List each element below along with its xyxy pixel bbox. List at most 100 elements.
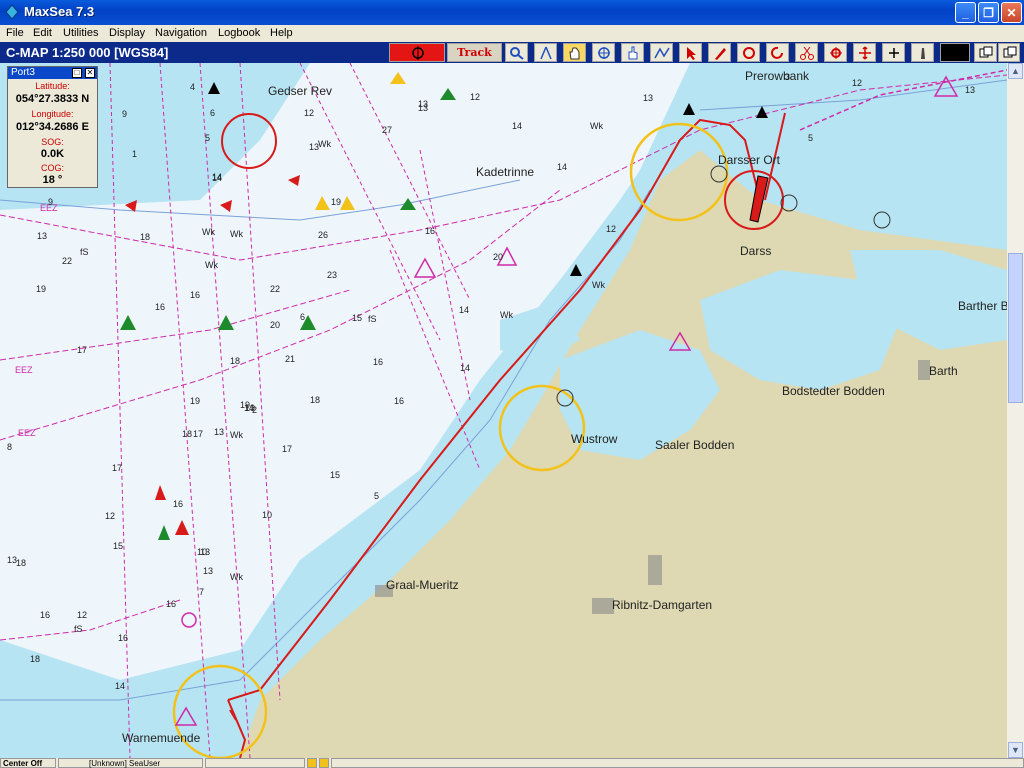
depth-sounding: 12 xyxy=(852,78,862,88)
status-indicator-1 xyxy=(307,758,317,768)
rotate-icon xyxy=(771,46,783,59)
place-darsser-ort: Darsser Ort xyxy=(718,153,781,167)
rotate-button[interactable] xyxy=(766,43,789,62)
depth-sounding: 5 xyxy=(374,491,379,501)
nautical-chart[interactable]: Gedser Rev Kadetrinne Prerowbank Darsser… xyxy=(0,63,1007,758)
depth-sounding: 21 xyxy=(285,354,295,364)
hand-icon xyxy=(569,47,580,60)
menu-utilities[interactable]: Utilities xyxy=(63,27,98,39)
sog-label: SOG: xyxy=(41,137,64,147)
depth-sounding: 18 xyxy=(16,558,26,568)
place-barther-bodden: Barther Bodden xyxy=(958,299,1007,313)
compass-icon xyxy=(540,46,552,60)
depth-sounding: 4 xyxy=(190,82,195,92)
menu-logbook[interactable]: Logbook xyxy=(218,27,260,39)
lighthouse-icon xyxy=(921,48,925,59)
depth-sounding: 18 xyxy=(140,232,150,242)
position-panel[interactable]: Port3 □ ✕ Latitude: 054°27.3833 N Longit… xyxy=(7,66,98,188)
vertical-scrollbar[interactable]: ▲ ▼ xyxy=(1007,63,1024,758)
track-on-button[interactable]: Track on xyxy=(447,43,502,76)
depth-sounding: 22 xyxy=(270,284,280,294)
depth-sounding: 19 xyxy=(36,284,46,294)
cut-button[interactable] xyxy=(795,43,818,62)
depth-sounding: 5 xyxy=(808,133,813,143)
depth-sounding: 10 xyxy=(262,510,272,520)
panel-title: Port3 xyxy=(8,67,97,79)
depth-sounding: 13 xyxy=(643,93,653,103)
depth-sounding: 14 xyxy=(212,172,222,182)
display-button[interactable] xyxy=(940,43,970,62)
lighthouse-button[interactable] xyxy=(911,43,934,62)
move-button[interactable] xyxy=(853,43,876,62)
depth-sounding: 20 xyxy=(493,252,503,262)
window-button-2[interactable] xyxy=(998,43,1020,62)
center-button[interactable] xyxy=(592,43,615,62)
depth-sounding: 8 xyxy=(7,442,12,452)
depth-sounding: 9 xyxy=(122,109,127,119)
depth-sounding: 18 xyxy=(310,395,320,405)
crosshair-circle-icon xyxy=(598,47,610,59)
menu-display[interactable]: Display xyxy=(109,27,145,39)
plus-icon xyxy=(889,48,899,58)
longitude-value: 012°34.2686 E xyxy=(16,121,89,133)
depth-sounding: 17 xyxy=(112,463,122,473)
depth-sounding: 6 xyxy=(300,312,305,322)
chart-name: C-MAP 1:250 000 [WGS84] xyxy=(6,45,169,60)
chart-canvas[interactable]: Gedser Rev Kadetrinne Prerowbank Darsser… xyxy=(0,63,1007,758)
menu-file[interactable]: File xyxy=(6,27,24,39)
depth-sounding: 18 xyxy=(30,654,40,664)
pan-button[interactable] xyxy=(563,43,586,62)
select-hand-button[interactable] xyxy=(621,43,644,62)
close-button[interactable]: ✕ xyxy=(1001,2,1022,23)
depth-sounding: 5 xyxy=(205,133,210,143)
depth-sounding: 16 xyxy=(166,599,176,609)
erase-button[interactable] xyxy=(737,43,760,62)
menu-edit[interactable]: Edit xyxy=(33,27,52,39)
menu-bar: File Edit Utilities Display Navigation L… xyxy=(0,25,1024,42)
title-bar: MaxSea 7.3 _ ❐ ✕ xyxy=(0,0,1024,25)
waypoint-button[interactable] xyxy=(824,43,847,62)
mark-button[interactable] xyxy=(389,43,445,62)
depth-sounding: 23 xyxy=(327,270,337,280)
depth-sounding: 20 xyxy=(270,320,280,330)
minimize-button[interactable]: _ xyxy=(955,2,976,23)
sog-value: 0.0K xyxy=(40,148,65,160)
compass-button[interactable] xyxy=(534,43,557,62)
depth-sounding: 16 xyxy=(425,226,435,236)
scroll-thumb[interactable] xyxy=(1008,253,1023,403)
svg-text:Wk: Wk xyxy=(202,227,215,237)
status-bar: Center Off [Unknown] SeaUser xyxy=(0,758,1024,768)
depth-sounding: 10 xyxy=(197,547,207,557)
pencil-button[interactable] xyxy=(708,43,731,62)
depth-sounding: 2 xyxy=(252,405,257,415)
horizontal-scrollbar[interactable] xyxy=(331,758,1024,768)
magnifier-icon xyxy=(510,47,524,60)
menu-navigation[interactable]: Navigation xyxy=(155,27,207,39)
panel-close-button[interactable]: ✕ xyxy=(85,68,95,78)
scroll-down-button[interactable]: ▼ xyxy=(1008,742,1023,758)
zoom-button[interactable] xyxy=(505,43,528,62)
depth-sounding: 15 xyxy=(352,313,362,323)
maximize-button[interactable]: ❐ xyxy=(978,2,999,23)
latitude-label: Latitude: xyxy=(35,81,70,91)
target-icon xyxy=(412,46,424,60)
depth-sounding: 6 xyxy=(210,108,215,118)
depth-sounding: 16 xyxy=(118,633,128,643)
cross-button[interactable] xyxy=(882,43,905,62)
depth-sounding: 16 xyxy=(155,302,165,312)
route-tool-button[interactable] xyxy=(650,43,673,62)
place-barth: Barth xyxy=(929,364,958,378)
depth-sounding: 1 xyxy=(132,149,137,159)
status-center-mode[interactable]: Center Off xyxy=(0,758,56,768)
depth-sounding: 16 xyxy=(373,357,383,367)
scroll-up-button[interactable]: ▲ xyxy=(1008,63,1023,79)
pointer-button[interactable] xyxy=(679,43,702,62)
depth-sounding: 19 xyxy=(331,197,341,207)
place-darss: Darss xyxy=(740,244,771,258)
depth-sounding: 19 xyxy=(240,400,250,410)
longitude-label: Longitude: xyxy=(31,109,74,119)
menu-help[interactable]: Help xyxy=(270,27,293,39)
window-button-1[interactable] xyxy=(974,43,997,62)
depth-sounding: 7 xyxy=(199,587,204,597)
panel-restore-button[interactable]: □ xyxy=(72,68,82,78)
